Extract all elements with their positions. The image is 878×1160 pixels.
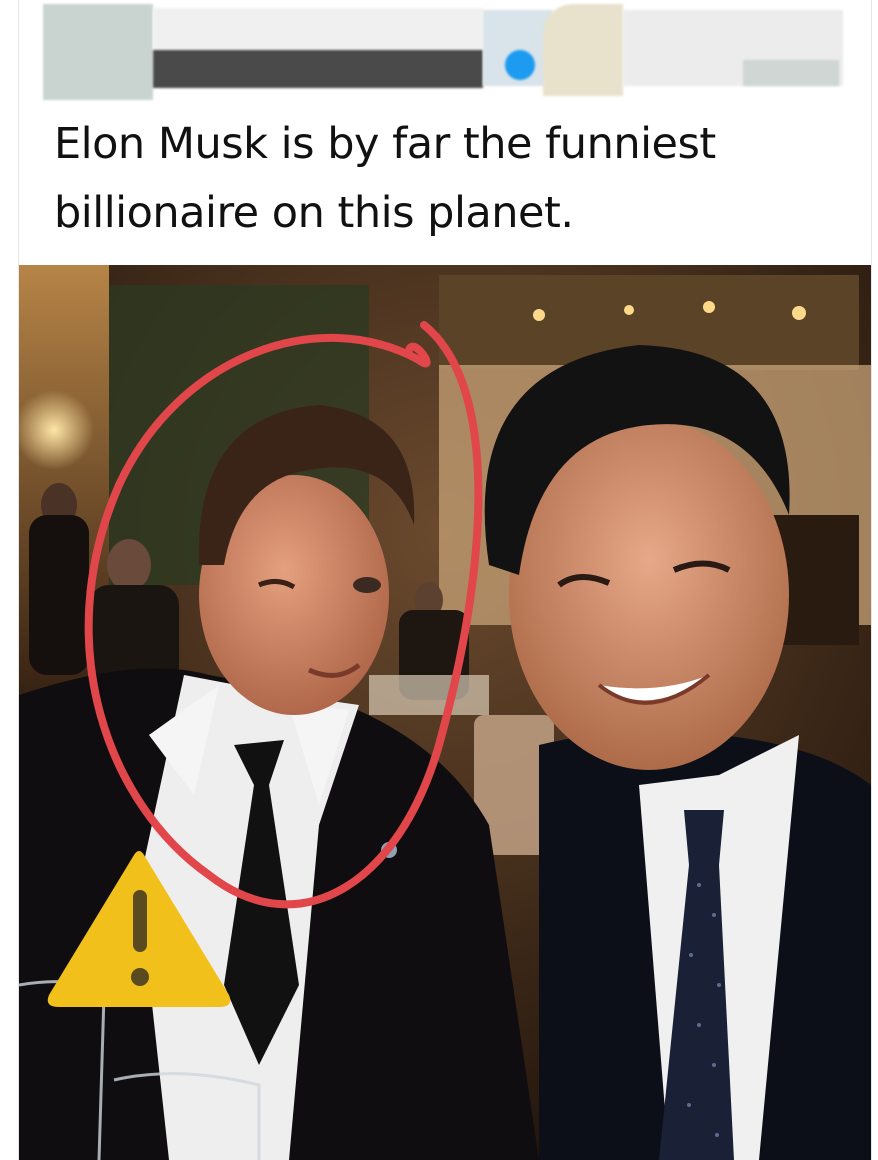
redacted-block	[153, 8, 483, 52]
verified-badge-icon	[505, 50, 535, 80]
redacted-avatar	[43, 4, 153, 100]
post-photo[interactable]	[19, 265, 871, 1160]
photo-illustration	[19, 265, 871, 1160]
post-text: Elon Musk is by far the funniest billion…	[54, 119, 716, 238]
redacted-handle	[743, 60, 839, 86]
table-cloth	[369, 675, 489, 715]
redacted-username	[153, 50, 483, 88]
post-card: Elon Musk is by far the funniest billion…	[18, 0, 872, 1160]
redacted-author-header	[43, 0, 843, 100]
redacted-block	[543, 4, 623, 96]
